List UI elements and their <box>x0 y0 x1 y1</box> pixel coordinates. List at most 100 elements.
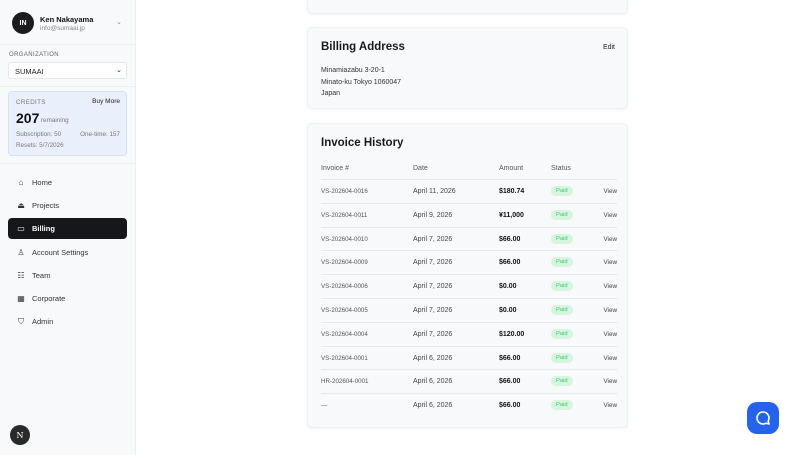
invoice-date: April 6, 2026 <box>413 378 453 386</box>
user-icon: ♙ <box>17 248 25 257</box>
table-row: VS-202604-0009 April 7, 2026 $66.00 Paid Vie… <box>321 250 617 274</box>
table-row: VS-202604-0006 April 7, 2026 $0.00 Paid View <box>321 274 617 298</box>
table-row: VS-202604-0010 April 7, 2026 $66.00 Paid Vie… <box>321 226 617 251</box>
edit-address-button[interactable]: Edit <box>603 44 615 51</box>
billing-address-card: Billing Address Edit Minamiazabu 3-20-1 … <box>307 27 628 109</box>
invoice-id: VS-202604-0005 <box>321 307 368 314</box>
folder-icon: ⏏ <box>17 201 25 210</box>
invoice-date: April 6, 2026 <box>413 402 453 410</box>
one-time-credits: One-time: 157 <box>80 131 120 138</box>
avatar: IN <box>12 12 34 34</box>
invoice-date: April 7, 2026 <box>413 259 453 267</box>
address-line: Minamiazabu 3-20-1 <box>321 67 385 74</box>
previous-card <box>307 0 628 14</box>
view-invoice-link[interactable]: View <box>603 402 617 409</box>
view-invoice-link[interactable]: View <box>603 259 617 266</box>
credits-panel: CREDITS Buy More 207 remaining Subscript… <box>8 91 127 156</box>
view-invoice-link[interactable]: View <box>603 236 617 243</box>
invoice-amount: $66.00 <box>499 235 521 243</box>
building-icon: ▦ <box>17 294 25 303</box>
status-badge: Paid <box>551 233 573 244</box>
view-invoice-link[interactable]: View <box>603 378 617 385</box>
sidebar-item-label: Account Settings <box>32 248 89 257</box>
invoice-id: — <box>321 402 328 410</box>
table-row: VS-202604-0001 April 6, 2026 $66.00 Paid Vie… <box>321 345 617 370</box>
invoice-amount: $180.74 <box>499 188 525 195</box>
invoice-id: VS-202604-0001 <box>321 354 368 362</box>
view-invoice-link[interactable]: View <box>603 307 617 314</box>
table-row: VS-202604-0011 April 9, 2026 ¥11,000 Paid Vi… <box>321 202 617 227</box>
sidebar-item-corporate[interactable]: ▦ Corporate <box>8 288 127 309</box>
organization-select[interactable]: SUMAAI ⌄ <box>8 62 127 79</box>
invoice-amount: $66.00 <box>499 402 521 410</box>
invoice-id: HR-202604-0001 <box>321 378 369 386</box>
chevron-down-icon[interactable]: ⌄ <box>116 18 122 26</box>
invoice-id: VS-202604-0016 <box>321 188 368 195</box>
shield-icon: ⛉ <box>18 316 24 326</box>
view-invoice-link[interactable]: View <box>603 331 617 338</box>
address-line: Japan <box>321 90 341 98</box>
status-badge: Paid <box>551 376 573 387</box>
sidebar-item-account-settings[interactable]: ♙ Account Settings <box>8 242 127 263</box>
billing-address-title: Billing Address <box>321 41 405 53</box>
address-line: Minato-ku Tokyo 1060047 <box>321 78 402 86</box>
user-email: info@sumaai.jp <box>40 25 85 32</box>
invoice-date: April 9, 2026 <box>413 211 453 219</box>
app-logo-badge[interactable]: N <box>10 425 30 445</box>
sidebar-item-team[interactable]: ☷ Team <box>8 265 127 286</box>
status-badge: Paid <box>551 186 573 196</box>
invoice-id: VS-202604-0010 <box>321 235 368 243</box>
sidebar-item-label: Admin <box>32 317 54 326</box>
column-header: Invoice # <box>321 165 350 172</box>
sidebar-item-billing[interactable]: ▭ Billing <box>8 218 127 239</box>
sidebar-item-label: Billing <box>32 224 55 233</box>
credit-card-icon: ▭ <box>17 224 25 233</box>
table-row: — April 6, 2026 $66.00 Paid View <box>321 393 617 417</box>
invoice-date: April 11, 2026 <box>413 188 456 195</box>
user-menu[interactable]: IN Ken Nakayama info@sumaai.jp ⌄ <box>12 12 126 36</box>
invoice-date: April 7, 2026 <box>413 330 453 338</box>
sidebar-item-label: Home <box>32 178 53 187</box>
address-text: Minamiazabu 3-20-1 Minato-ku Tokyo 10600… <box>321 65 401 100</box>
chevron-down-icon: ⌄ <box>116 67 122 74</box>
buy-more-button[interactable]: Buy More <box>92 98 120 105</box>
invoice-id: VS-202604-0011 <box>321 211 368 219</box>
status-badge: Paid <box>551 281 573 292</box>
sidebar-item-label: Projects <box>32 201 60 210</box>
subscription-credits: Subscription: 50 <box>16 131 62 138</box>
view-invoice-link[interactable]: View <box>603 188 617 195</box>
view-invoice-link[interactable]: View <box>603 355 617 362</box>
invoice-amount: $0.00 <box>499 283 517 291</box>
help-chat-button[interactable] <box>747 402 779 434</box>
table-row: VS-202604-0016 April 11, 2026 $180.74 Paid V… <box>321 179 617 203</box>
invoice-date: April 7, 2026 <box>413 307 453 314</box>
status-badge: Paid <box>551 328 573 339</box>
column-header: Date <box>413 165 428 172</box>
status-badge: Paid <box>551 400 573 411</box>
invoice-amount: $120.00 <box>499 330 525 338</box>
sidebar-item-home[interactable]: ⌂ Home <box>8 172 127 193</box>
sidebar-item-admin[interactable]: ⛉ Admin <box>8 311 127 332</box>
user-name: Ken Nakayama <box>40 15 94 24</box>
view-invoice-link[interactable]: View <box>603 283 617 290</box>
view-invoice-link[interactable]: View <box>603 212 617 219</box>
status-badge: Paid <box>551 305 573 315</box>
divider <box>0 86 136 87</box>
status-badge: Paid <box>551 209 573 220</box>
divider <box>0 44 136 45</box>
organization-value: SUMAAI <box>15 67 44 76</box>
table-row: HR-202604-0001 April 6, 2026 $66.00 Paid Vie… <box>321 369 617 393</box>
table-row: VS-202604-0005 April 7, 2026 $0.00 Paid View <box>321 298 617 322</box>
invoice-date: April 7, 2026 <box>413 235 453 243</box>
invoice-history-title: Invoice History <box>321 137 404 149</box>
table-row: VS-202604-0004 April 7, 2026 $120.00 Paid Vi… <box>321 321 617 346</box>
credits-remaining-label: remaining <box>41 117 69 124</box>
divider <box>0 163 136 164</box>
invoice-id: VS-202604-0004 <box>321 330 368 338</box>
sidebar-item-projects[interactable]: ⏏ Projects <box>8 195 127 216</box>
invoice-id: VS-202604-0006 <box>321 283 368 291</box>
organization-label: ORGANIZATION <box>9 52 60 58</box>
invoice-amount: $66.00 <box>499 354 521 362</box>
home-icon: ⌂ <box>18 178 24 187</box>
invoice-date: April 6, 2026 <box>413 354 453 362</box>
